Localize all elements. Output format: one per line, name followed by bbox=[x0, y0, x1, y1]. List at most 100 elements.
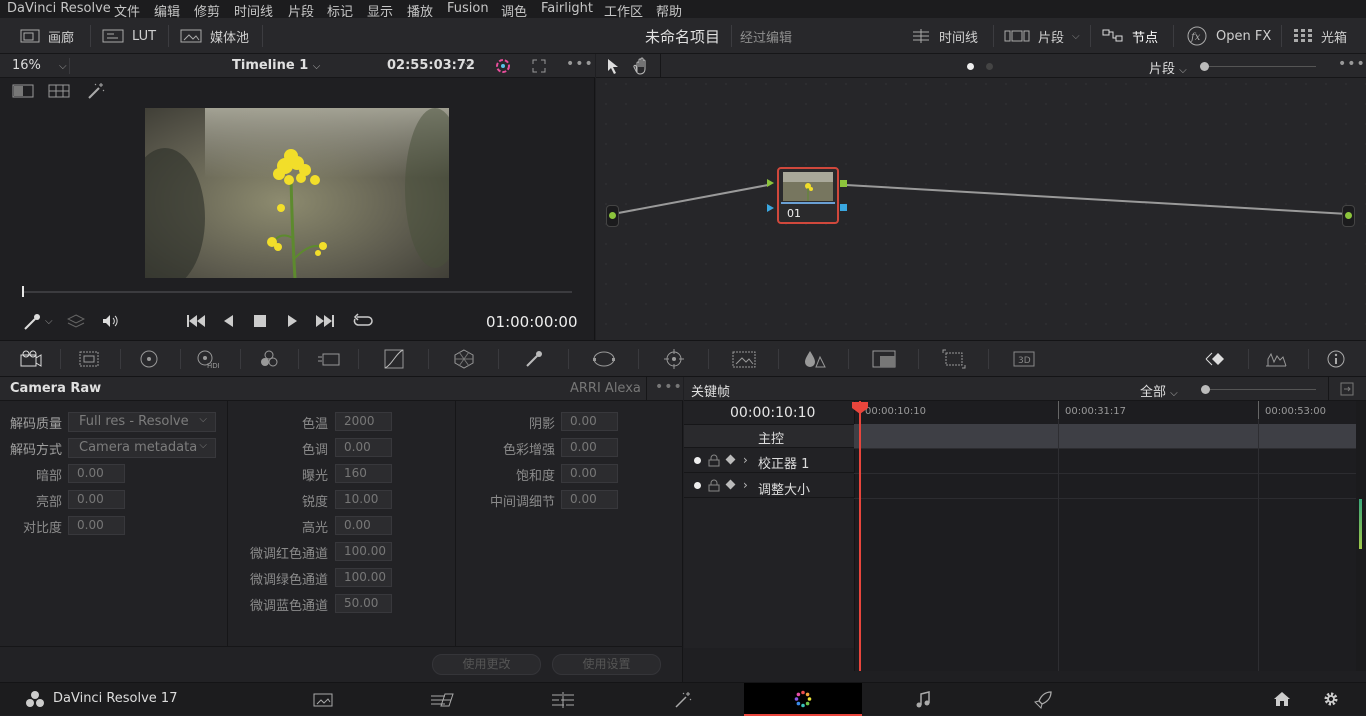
media-page-button[interactable] bbox=[264, 683, 382, 716]
playhead-handle-icon[interactable] bbox=[852, 402, 868, 414]
visibility-dot-icon[interactable] bbox=[694, 457, 701, 464]
zoom-select[interactable]: 16% ⌵ bbox=[12, 58, 67, 73]
window-icon[interactable] bbox=[592, 349, 616, 369]
rgb-mixer-icon[interactable] bbox=[257, 349, 281, 369]
decode-using-select[interactable]: Camera metadata ⌵ bbox=[68, 438, 216, 458]
settings-gear-icon[interactable] bbox=[1322, 690, 1340, 708]
nodes-toggle[interactable]: 节点 bbox=[1102, 18, 1158, 54]
fullscreen-icon[interactable] bbox=[531, 58, 547, 74]
3d-icon[interactable]: 3D bbox=[1012, 349, 1036, 369]
home-icon[interactable] bbox=[1273, 691, 1291, 707]
hdr-wheels-icon[interactable]: HDR bbox=[195, 349, 219, 369]
node-rgb-input[interactable] bbox=[767, 179, 774, 187]
menu-fairlight[interactable]: Fairlight bbox=[541, 1, 593, 16]
decode-quality-select[interactable]: Full res - Resolve ⌵ bbox=[68, 412, 216, 432]
exposure-field[interactable]: 160 bbox=[335, 464, 392, 483]
menu-davinci[interactable]: DaVinci Resolve bbox=[7, 1, 111, 16]
timeline-toggle[interactable]: 时间线 bbox=[911, 18, 978, 54]
magic-wand-icon[interactable] bbox=[86, 82, 106, 100]
camera-type[interactable]: ARRI Alexa bbox=[570, 381, 641, 396]
color-boost-field[interactable]: 0.00 bbox=[561, 438, 618, 457]
tint-field[interactable]: 0.00 bbox=[335, 438, 392, 457]
eyedropper-icon[interactable] bbox=[22, 313, 42, 331]
shadows-field[interactable]: 0.00 bbox=[68, 464, 125, 483]
curves-icon[interactable] bbox=[382, 349, 406, 369]
color-wheels-icon[interactable] bbox=[137, 349, 161, 369]
play-icon[interactable] bbox=[284, 313, 300, 329]
color-match-icon[interactable] bbox=[77, 349, 101, 369]
node-editor[interactable]: 片段 ⌵ ••• 01 bbox=[596, 54, 1366, 340]
color-warper-icon[interactable] bbox=[452, 349, 476, 369]
skip-to-end-icon[interactable] bbox=[314, 313, 336, 329]
color-page-button[interactable] bbox=[744, 683, 862, 716]
clips-toggle[interactable]: 片段 ⌵ bbox=[1004, 18, 1080, 54]
sizing-icon[interactable] bbox=[942, 349, 966, 369]
page-dot[interactable] bbox=[986, 63, 993, 70]
info-icon[interactable] bbox=[1324, 349, 1348, 369]
node-key-input[interactable] bbox=[767, 204, 774, 212]
slider-handle[interactable] bbox=[1200, 62, 1209, 71]
more-options-icon[interactable]: ••• bbox=[1338, 56, 1366, 72]
saturation-field[interactable]: 0.00 bbox=[561, 464, 618, 483]
visibility-dot-icon[interactable] bbox=[694, 482, 701, 489]
camera-raw-icon[interactable] bbox=[18, 349, 42, 369]
keyframes-panel-icon[interactable] bbox=[1204, 349, 1228, 369]
openfx-toggle[interactable]: fx Open FX bbox=[1186, 18, 1271, 54]
volume-icon[interactable] bbox=[101, 313, 121, 329]
grid-view-icon[interactable] bbox=[48, 84, 70, 98]
stop-icon[interactable] bbox=[252, 313, 268, 329]
node-mode-select[interactable]: 片段 ⌵ bbox=[1149, 58, 1187, 77]
magic-mask-icon[interactable] bbox=[732, 349, 756, 369]
keyframe-zoom-slider[interactable] bbox=[1204, 389, 1316, 390]
slider-handle[interactable] bbox=[1201, 385, 1210, 394]
contrast-field[interactable]: 0.00 bbox=[68, 516, 125, 535]
fairlight-page-button[interactable] bbox=[864, 683, 982, 716]
more-options-icon[interactable]: ••• bbox=[566, 56, 594, 72]
media-pool-button[interactable]: 媒体池 bbox=[180, 18, 249, 54]
chevron-down-icon[interactable]: ⌵ bbox=[45, 316, 53, 327]
viewer-image[interactable] bbox=[145, 108, 449, 278]
midtone-detail-field[interactable]: 0.00 bbox=[561, 490, 618, 509]
lock-icon[interactable] bbox=[708, 454, 720, 467]
master-bar[interactable] bbox=[854, 424, 1356, 448]
key-icon[interactable] bbox=[872, 349, 896, 369]
tracker-icon[interactable] bbox=[662, 349, 686, 369]
lut-button[interactable]: LUT bbox=[102, 18, 156, 54]
lock-icon[interactable] bbox=[708, 479, 720, 492]
lightbox-toggle[interactable]: 光箱 bbox=[1293, 18, 1347, 54]
layers-icon[interactable] bbox=[67, 313, 85, 329]
keyframe-filter-select[interactable]: 全部 ⌵ bbox=[1140, 381, 1178, 400]
play-reverse-icon[interactable] bbox=[221, 313, 237, 329]
node-rgb-output[interactable] bbox=[840, 180, 847, 187]
apply-settings-button[interactable]: 使用设置 bbox=[552, 654, 661, 675]
loop-icon[interactable] bbox=[352, 313, 374, 329]
deliver-page-button[interactable] bbox=[984, 683, 1102, 716]
menu-fusion[interactable]: Fusion bbox=[447, 1, 489, 16]
more-options-icon[interactable]: ••• bbox=[655, 379, 683, 395]
highlight-field[interactable]: 0.00 bbox=[335, 516, 392, 535]
color-temp-field[interactable]: 2000 bbox=[335, 412, 392, 431]
fusion-page-button[interactable] bbox=[624, 683, 742, 716]
expand-chevron-icon[interactable]: › bbox=[743, 478, 748, 492]
blur-icon[interactable] bbox=[802, 349, 826, 369]
sharpness-field[interactable]: 10.00 bbox=[335, 490, 392, 509]
timeline-select[interactable]: Timeline 1 ⌵ bbox=[232, 58, 320, 73]
node-zoom-slider[interactable] bbox=[1200, 66, 1316, 67]
gallery-button[interactable]: 画廊 bbox=[20, 18, 74, 54]
red-gain-field[interactable]: 100.00 bbox=[335, 542, 392, 561]
cut-page-button[interactable] bbox=[384, 683, 502, 716]
playhead[interactable] bbox=[22, 286, 24, 297]
chevron-down-icon[interactable]: ⌵ bbox=[464, 58, 472, 69]
scopes-icon[interactable] bbox=[1264, 349, 1288, 369]
color-picker-icon[interactable] bbox=[494, 57, 512, 75]
split-view-icon[interactable] bbox=[12, 84, 34, 98]
expand-icon[interactable] bbox=[1340, 382, 1354, 396]
green-gain-field[interactable]: 100.00 bbox=[335, 568, 392, 587]
scrub-bar[interactable] bbox=[22, 291, 572, 293]
pointer-icon[interactable] bbox=[606, 58, 620, 74]
apply-changes-button[interactable]: 使用更改 bbox=[432, 654, 541, 675]
edit-page-button[interactable] bbox=[504, 683, 622, 716]
qualifier-icon[interactable] bbox=[522, 349, 546, 369]
keyframe-playhead[interactable] bbox=[859, 401, 861, 671]
motion-effects-icon[interactable] bbox=[317, 349, 341, 369]
